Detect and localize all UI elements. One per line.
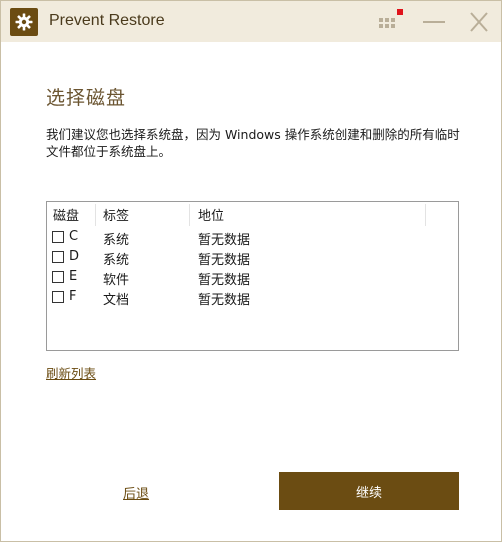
disk-checkbox[interactable] xyxy=(52,291,64,303)
column-divider[interactable] xyxy=(425,204,426,226)
disk-label: 软件 xyxy=(103,273,130,288)
disk-label: 文档 xyxy=(103,293,130,308)
minimize-button[interactable] xyxy=(420,9,448,35)
page-title: 选择磁盘 xyxy=(46,87,127,109)
disk-label: 系统 xyxy=(103,253,130,268)
app-window: Prevent Restore 选择磁盘 我们建议您也选择系统盘，因为 Wind… xyxy=(0,0,502,542)
close-icon xyxy=(470,12,488,32)
column-header-status[interactable]: 地位 xyxy=(198,205,224,224)
disk-checkbox[interactable] xyxy=(52,271,64,283)
disk-letter: C xyxy=(69,229,79,244)
disk-status: 暂无数据 xyxy=(198,253,251,268)
disk-checkbox[interactable] xyxy=(52,251,64,263)
app-title: Prevent Restore xyxy=(49,12,165,29)
disk-row-c[interactable]: C 系统 暂无数据 xyxy=(47,227,458,248)
refresh-list-link[interactable]: 刷新列表 xyxy=(46,363,96,382)
column-header-label[interactable]: 标签 xyxy=(103,205,129,224)
notification-badge xyxy=(397,9,403,15)
disk-status: 暂无数据 xyxy=(198,293,251,308)
column-header-disk[interactable]: 磁盘 xyxy=(53,205,79,224)
disk-list[interactable]: 磁盘 标签 地位 C 系统 暂无数据 D 系统 暂无数据 E 软件 暂无数据 F… xyxy=(46,201,459,351)
disk-checkbox[interactable] xyxy=(52,231,64,243)
column-divider[interactable] xyxy=(189,204,190,226)
disk-row-f[interactable]: F 文档 暂无数据 xyxy=(47,287,458,308)
disk-letter: F xyxy=(69,289,77,304)
description-text: 我们建议您也选择系统盘，因为 Windows 操作系统创建和删除的所有临时文件都… xyxy=(46,127,460,159)
close-button[interactable] xyxy=(465,9,493,35)
disk-letter: E xyxy=(69,269,78,284)
title-bar[interactable]: Prevent Restore xyxy=(1,1,501,42)
back-button[interactable]: 后退 xyxy=(123,483,149,502)
gear-icon xyxy=(10,8,38,36)
disk-status: 暂无数据 xyxy=(198,273,251,288)
column-divider[interactable] xyxy=(95,204,96,226)
disk-label: 系统 xyxy=(103,233,130,248)
minimize-icon xyxy=(423,21,445,23)
menu-dots-icon[interactable] xyxy=(375,9,405,35)
disk-row-d[interactable]: D 系统 暂无数据 xyxy=(47,247,458,268)
disk-row-e[interactable]: E 软件 暂无数据 xyxy=(47,267,458,288)
continue-button[interactable]: 继续 xyxy=(279,472,459,510)
disk-letter: D xyxy=(69,249,80,264)
disk-status: 暂无数据 xyxy=(198,233,251,248)
